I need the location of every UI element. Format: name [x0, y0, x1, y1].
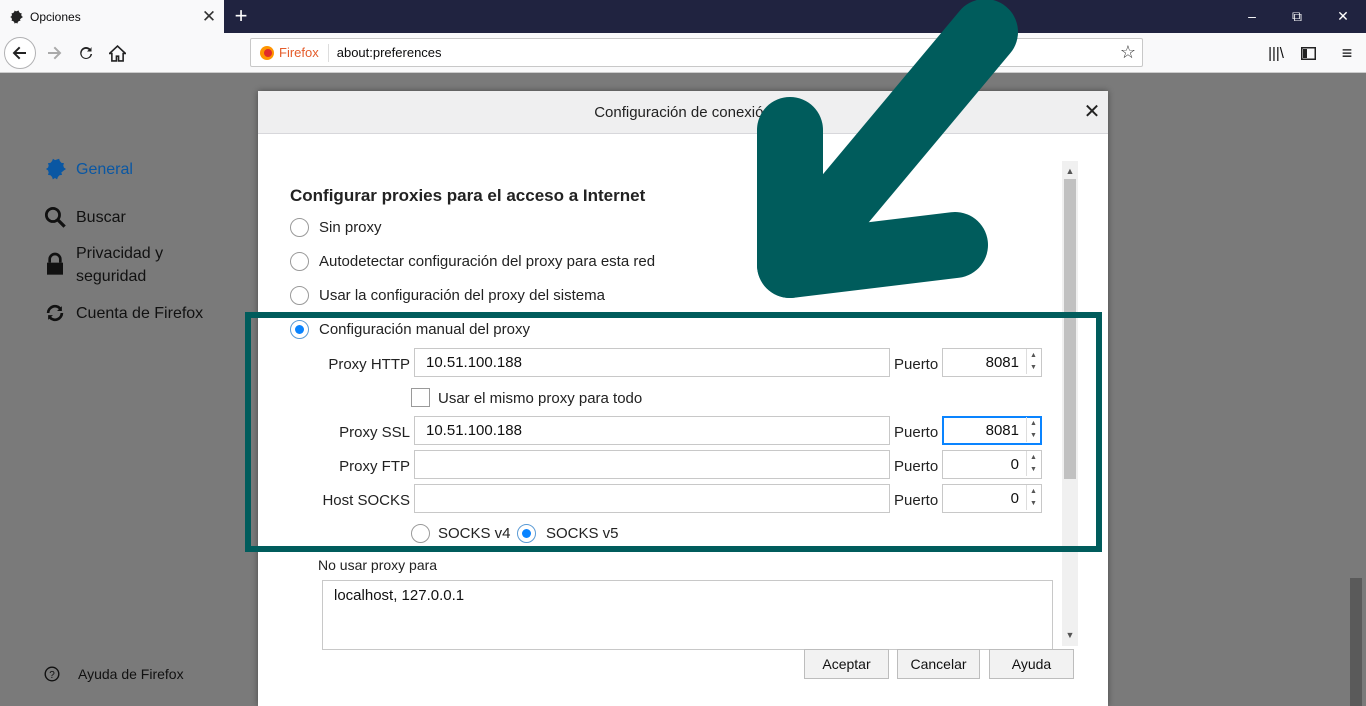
tab-title: Opciones — [30, 9, 81, 24]
back-button[interactable] — [4, 37, 36, 69]
sidebar-item-label: Cuenta de Firefox — [76, 305, 204, 322]
sidebar-toggle-icon[interactable] — [1292, 37, 1324, 69]
reload-icon — [80, 47, 93, 59]
back-arrow-icon — [12, 46, 26, 60]
radio-autodetect[interactable] — [290, 252, 309, 271]
annotation-arrow — [757, 0, 1018, 298]
sidebar-item-cuenta[interactable]: Cuenta de Firefox — [44, 302, 203, 325]
home-button[interactable] — [101, 37, 133, 69]
radio-label-system-proxy: Usar la configuración del proxy del sist… — [319, 287, 605, 304]
minimize-icon[interactable]: – — [1229, 0, 1275, 33]
home-icon — [108, 44, 126, 62]
svg-text:?: ? — [49, 670, 55, 681]
search-icon — [44, 206, 66, 228]
forward-button[interactable] — [38, 37, 70, 69]
scroll-down-icon[interactable]: ▼ — [1062, 627, 1078, 643]
tab-opciones[interactable]: Opciones ✕ — [0, 0, 224, 33]
window-close-icon[interactable]: ✕ — [1320, 0, 1366, 33]
cancel-button[interactable]: Cancelar — [897, 649, 980, 679]
proxy-heading: Configurar proxies para el acceso a Inte… — [290, 186, 646, 205]
lock-icon — [47, 252, 63, 275]
annotation-highlight-box — [245, 312, 1102, 552]
help-icon: ? — [44, 666, 60, 682]
firefox-logo-icon — [260, 46, 274, 60]
sidebar-item-privacidad[interactable]: Privacidad y seguridad — [44, 242, 186, 288]
help-button[interactable]: Ayuda — [989, 649, 1074, 679]
navigation-bar: Firefox about:preferences ☆ |||\ ≡ — [0, 33, 1366, 73]
sidebar-help-link[interactable]: ? Ayuda de Firefox — [44, 664, 184, 684]
new-tab-button[interactable]: + — [230, 2, 252, 30]
no-proxy-textarea[interactable]: localhost, 127.0.0.1 — [322, 580, 1053, 650]
library-icon[interactable]: |||\ — [1260, 37, 1292, 69]
forward-arrow-icon — [48, 46, 62, 60]
restore-icon[interactable]: ⧉ — [1274, 0, 1320, 33]
tab-close-icon[interactable]: ✕ — [198, 7, 220, 27]
gear-icon — [10, 9, 23, 24]
no-proxy-label: No usar proxy para — [318, 557, 438, 573]
sidebar-item-buscar[interactable]: Buscar — [44, 206, 126, 229]
page-scrollbar[interactable] — [1350, 578, 1362, 706]
identity-label: Firefox — [279, 45, 319, 60]
sidebar-item-label: Buscar — [76, 209, 126, 226]
radio-system-proxy[interactable] — [290, 286, 309, 305]
tab-strip: Opciones ✕ + – ⧉ ✕ — [0, 0, 1366, 33]
help-label: Ayuda de Firefox — [78, 666, 184, 682]
bookmark-star-icon[interactable]: ☆ — [1120, 42, 1136, 63]
url-separator — [327, 43, 329, 62]
sync-icon — [46, 304, 64, 322]
gear-icon — [45, 158, 66, 180]
accept-button[interactable]: Aceptar — [804, 649, 889, 679]
sidebar-item-general[interactable]: General — [44, 158, 133, 181]
radio-label-no-proxy: Sin proxy — [319, 219, 382, 236]
hamburger-menu-icon[interactable]: ≡ — [1331, 37, 1363, 69]
sidebar-item-label: General — [76, 161, 133, 178]
reload-button[interactable] — [70, 37, 102, 69]
sidebar-item-label: Privacidad y seguridad — [76, 245, 164, 285]
radio-no-proxy[interactable] — [290, 218, 309, 237]
radio-label-autodetect: Autodetectar configuración del proxy par… — [319, 253, 656, 270]
scroll-up-icon[interactable]: ▲ — [1062, 163, 1078, 179]
dialog-close-icon[interactable]: ✕ — [1081, 101, 1103, 123]
